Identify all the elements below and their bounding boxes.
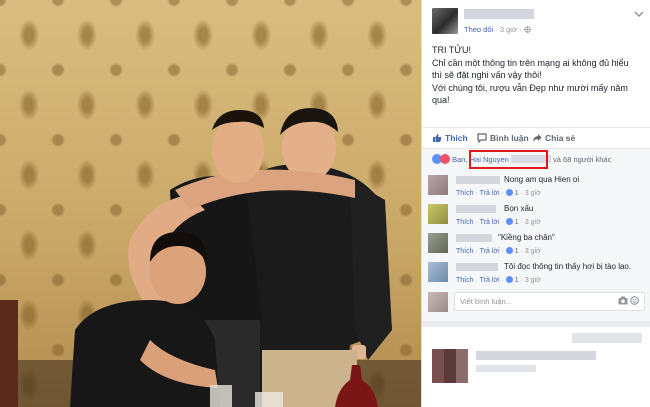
commenter-name-blurred[interactable] — [456, 176, 500, 184]
camera-icon[interactable] — [618, 296, 628, 305]
comment-like-count: 1 — [514, 219, 519, 226]
thumbs-up-icon — [433, 134, 442, 142]
comment-item: Bọn xấu Thích · Trả lời · 1 · 3 giờ — [422, 202, 650, 230]
comment-actions: Thích · Trả lời · 1 · 3 giờ — [456, 189, 541, 197]
next-post-meta-blurred — [476, 365, 536, 372]
love-reaction-icon — [440, 154, 450, 164]
share-arrow-icon — [533, 134, 542, 142]
comment-like-link[interactable]: Thích — [456, 277, 474, 284]
comment-actions: Thích · Trả lời · 1 · 3 giờ — [456, 247, 541, 255]
comment-text: Bọn xấu — [504, 204, 534, 213]
commenter-name-blurred[interactable] — [456, 234, 492, 242]
post-line: thì sẽ đặt nghi vấn vậy thôi! — [432, 70, 542, 80]
comment-label: Bình luận — [490, 133, 529, 143]
comment-like-count: 1 — [514, 190, 519, 197]
speech-bubble-icon — [477, 133, 487, 144]
mini-like-icon — [505, 218, 513, 225]
highlight-box — [469, 150, 548, 169]
share-button[interactable]: Chia sẻ — [532, 133, 575, 143]
comment-reply-link[interactable]: Trả lời — [480, 219, 500, 226]
share-label: Chia sẻ — [545, 133, 576, 143]
post-time[interactable]: · 3 giờ · — [495, 25, 521, 34]
post-line: Với chúng tôi, rượu vẫn Đẹp như mười mấy… — [432, 82, 628, 93]
comment-input-icons — [618, 296, 639, 307]
next-post-card — [422, 327, 650, 407]
comment-text: Nong am qua Hien oi — [504, 175, 580, 184]
comment-time[interactable]: · 3 giờ — [521, 277, 541, 284]
commenter-avatar[interactable] — [428, 262, 448, 282]
post-photo[interactable] — [0, 0, 421, 407]
comment-reply-link[interactable]: Trả lời — [480, 248, 500, 255]
mini-like-icon — [505, 189, 513, 196]
post-action-bar: Thích Bình luận Chia sẻ — [422, 127, 650, 149]
comment-placeholder: Viết bình luận... — [460, 297, 512, 306]
comment-reply-link[interactable]: Trả lời — [480, 277, 500, 284]
current-user-avatar — [428, 292, 448, 312]
chevron-down-icon[interactable] — [634, 10, 644, 18]
mini-like-icon — [505, 247, 513, 254]
comment-item: Tôi đọc thông tin thấy hơi bị tào lao. T… — [422, 260, 650, 288]
group-photo-illustration — [0, 108, 421, 407]
post-line: TRI TỬU! — [432, 45, 472, 55]
comment-text: Tôi đọc thông tin thấy hơi bị tào lao. — [504, 262, 632, 271]
comment-like-count: 1 — [514, 248, 519, 255]
post-header: Theo dõi · 3 giờ · — [432, 8, 644, 34]
comment-text: "Kiềng ba chân" — [498, 233, 555, 242]
post-line: Chỉ cần một thông tin trên mạng ai không… — [432, 57, 629, 68]
comment-actions: Thích · Trả lời · 1 · 3 giờ — [456, 218, 541, 226]
comment-like-link[interactable]: Thích — [456, 219, 474, 226]
comment-item: "Kiềng ba chân" Thích · Trả lời · 1 · 3 … — [422, 231, 650, 259]
write-comment-row: Viết bình luận... — [428, 291, 645, 313]
author-avatar[interactable] — [432, 8, 458, 34]
comment-item: Nong am qua Hien oi Thích · Trả lời · 1 … — [422, 173, 650, 201]
next-post-avatar[interactable] — [432, 349, 468, 383]
comment-time[interactable]: · 3 giờ — [521, 190, 541, 197]
post-meta: Theo dõi · 3 giờ · — [464, 25, 531, 34]
follow-link[interactable]: Theo dõi — [464, 25, 493, 34]
reactions-bar[interactable]: Bạn, Hai Nguyen và 68 người khác — [422, 149, 650, 171]
comment-like-link[interactable]: Thích — [456, 248, 474, 255]
next-post-title-blurred[interactable] — [476, 351, 596, 360]
next-post-header-blurred — [572, 333, 642, 343]
like-button[interactable]: Thích — [432, 133, 468, 143]
smiley-icon[interactable] — [630, 296, 639, 305]
comments-section: Nong am qua Hien oi Thích · Trả lời · 1 … — [422, 171, 650, 321]
comment-like-link[interactable]: Thích — [456, 190, 474, 197]
reaction-you[interactable]: Bạn, — [452, 155, 467, 164]
author-name-blurred[interactable] — [464, 9, 534, 19]
commenter-name-blurred[interactable] — [456, 205, 496, 213]
comment-time[interactable]: · 3 giờ — [521, 219, 541, 226]
post-text: TRI TỬU! Chỉ cần một thông tin trên mạng… — [432, 44, 644, 107]
like-label: Thích — [445, 133, 468, 143]
comment-like-count: 1 — [514, 277, 519, 284]
globe-icon — [523, 26, 531, 33]
commenter-avatar[interactable] — [428, 204, 448, 224]
post-line: qua! — [432, 95, 450, 105]
comment-actions: Thích · Trả lời · 1 · 3 giờ — [456, 276, 541, 284]
commenter-avatar[interactable] — [428, 175, 448, 195]
commenter-avatar[interactable] — [428, 233, 448, 253]
comment-input[interactable]: Viết bình luận... — [454, 292, 645, 311]
post-card: Theo dõi · 3 giờ · TRI TỬU! Chỉ cần một … — [421, 0, 650, 407]
comment-time[interactable]: · 3 giờ — [521, 248, 541, 255]
reaction-count[interactable]: và 68 người khác — [553, 155, 611, 164]
mini-like-icon — [505, 276, 513, 283]
comment-reply-link[interactable]: Trả lời — [480, 190, 500, 197]
commenter-name-blurred[interactable] — [456, 263, 498, 271]
